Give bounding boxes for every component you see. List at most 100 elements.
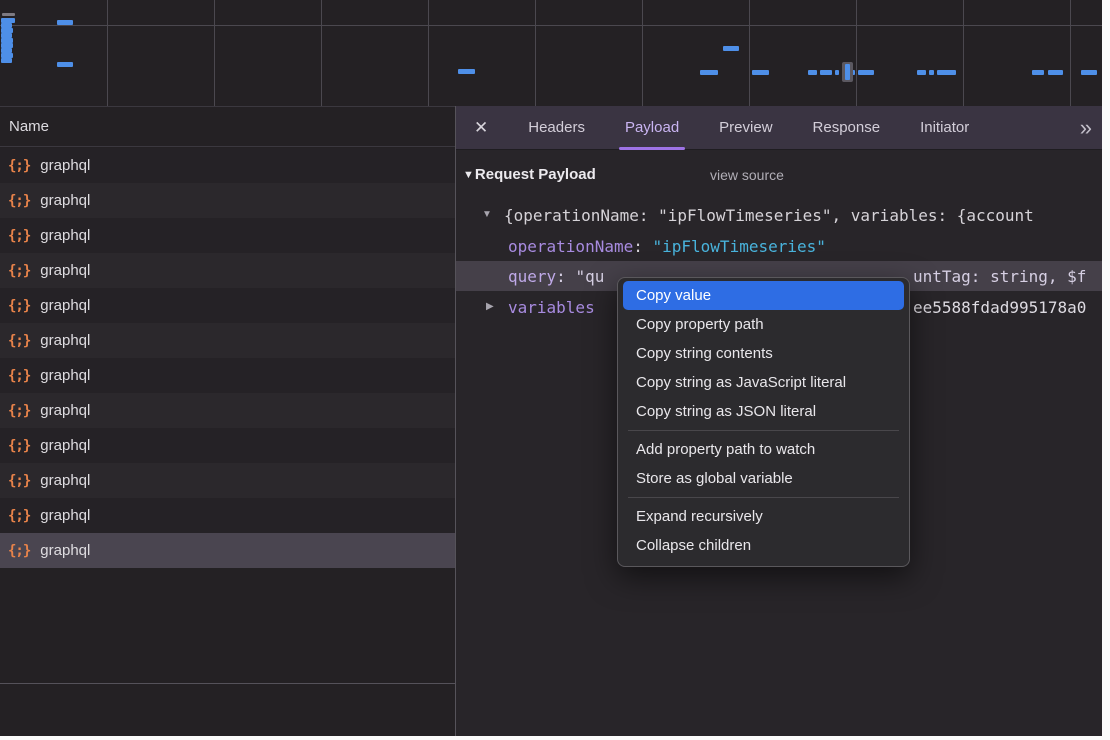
overview-gridline	[1070, 0, 1071, 106]
property-key: operationName	[508, 237, 633, 256]
fetch-json-icon: {;}	[8, 298, 30, 314]
request-name: graphql	[40, 192, 90, 209]
table-row[interactable]: {;} graphql	[0, 323, 455, 358]
view-source-link[interactable]: view source	[710, 167, 784, 183]
menu-item-copy-string-js-literal[interactable]: Copy string as JavaScript literal	[618, 368, 909, 397]
request-name: graphql	[40, 542, 90, 559]
expanded-triangle-icon: ▼	[482, 209, 492, 220]
table-row[interactable]: {;} graphql	[0, 498, 455, 533]
request-payload-header[interactable]: ▼Request Payload	[463, 166, 596, 183]
menu-item-copy-string-contents[interactable]: Copy string contents	[618, 339, 909, 368]
menu-item-copy-property-path[interactable]: Copy property path	[618, 310, 909, 339]
property-key: variables	[508, 298, 595, 317]
menu-item-copy-value[interactable]: Copy value	[623, 281, 904, 310]
request-timing-bar	[820, 70, 832, 75]
name-column-label: Name	[9, 118, 49, 135]
request-name: graphql	[40, 332, 90, 349]
request-timing-bar	[57, 20, 73, 25]
table-row[interactable]: {;}graphql	[0, 183, 455, 218]
more-tabs-icon[interactable]: »	[1080, 117, 1092, 139]
request-timing-bar	[458, 69, 475, 74]
fetch-json-icon: {;}	[8, 473, 30, 489]
request-timing-bar	[1, 58, 12, 63]
request-timing-bar	[937, 70, 956, 75]
overview-gridline-horizontal	[0, 25, 1102, 26]
table-row[interactable]: {;} graphql	[0, 148, 455, 183]
request-name: graphql	[40, 157, 90, 174]
request-name: graphql	[40, 227, 90, 244]
request-timing-bar	[723, 46, 739, 51]
fetch-json-icon: {;}	[8, 403, 30, 419]
request-timing-bar	[1048, 70, 1063, 75]
fetch-json-icon: {;}	[8, 263, 30, 279]
table-row-selected[interactable]: {;} graphql	[0, 533, 455, 568]
overview-gridline	[963, 0, 964, 106]
property-value: "ipFlowTimeseries"	[653, 237, 826, 256]
network-overview[interactable]	[0, 0, 1102, 106]
fetch-json-icon: {;}	[8, 438, 30, 454]
table-row[interactable]: {;} graphql	[0, 393, 455, 428]
devtools-network-panel: Name {;} graphql {;} graphql {;} graphql {;…	[0, 0, 1110, 740]
table-row[interactable]: {;}graphql	[0, 428, 455, 463]
table-row[interactable]: {;}graphql	[0, 463, 455, 498]
menu-item-collapse-children[interactable]: Collapse children	[618, 531, 909, 560]
tab-response[interactable]: Response	[813, 106, 881, 150]
tab-headers[interactable]: Headers	[528, 106, 585, 150]
request-timing-bar	[917, 70, 926, 75]
close-icon[interactable]: ✕	[474, 119, 488, 136]
property-value-right: untTag: string, $f	[913, 261, 1086, 291]
page-edge-right	[1102, 0, 1110, 740]
request-name: graphql	[40, 402, 90, 419]
fetch-json-icon: {;}	[8, 158, 30, 174]
request-timing-bar	[929, 70, 934, 75]
fetch-json-icon: {;}	[8, 508, 30, 524]
request-timing-bar	[1032, 70, 1044, 75]
request-timing-bar	[700, 70, 718, 75]
collapsed-triangle-icon: ▶	[486, 301, 494, 312]
overview-gridline	[856, 0, 857, 106]
overview-gridline	[428, 0, 429, 106]
payload-root-row[interactable]: ▼ {operationName: "ipFlowTimeseries", va…	[456, 200, 1102, 230]
menu-item-expand-recursively[interactable]: Expand recursively	[618, 502, 909, 531]
menu-item-copy-string-json-literal[interactable]: Copy string as JSON literal	[618, 397, 909, 426]
property-key: query	[508, 267, 556, 286]
request-name: graphql	[40, 507, 90, 524]
request-name: graphql	[40, 262, 90, 279]
name-column-header[interactable]: Name	[0, 106, 455, 147]
request-timing-bar	[858, 70, 874, 75]
page-edge-bottom	[0, 736, 1110, 740]
request-timing-bar	[1081, 70, 1097, 75]
request-timing-bar	[808, 70, 817, 75]
table-row[interactable]: {;} graphql	[0, 218, 455, 253]
table-row[interactable]: {;}graphql	[0, 288, 455, 323]
context-menu: Copy value Copy property path Copy strin…	[617, 277, 910, 567]
menu-separator	[628, 497, 899, 498]
overview-gridline	[107, 0, 108, 106]
request-name: graphql	[40, 367, 90, 384]
menu-separator	[628, 430, 899, 431]
request-timing-bar	[835, 70, 839, 75]
request-timing-bar	[57, 62, 73, 67]
operation-name-row[interactable]: operationName: "ipFlowTimeseries"	[456, 231, 1102, 261]
property-value-right: ee5588fdad995178a0	[913, 292, 1086, 322]
table-row[interactable]: {;} graphql	[0, 253, 455, 288]
overview-gridline	[642, 0, 643, 106]
expanded-triangle-icon: ▼	[463, 169, 474, 181]
overview-gray-bar	[2, 13, 15, 16]
table-row[interactable]: {;} graphql	[0, 358, 455, 393]
payload-preview-text: {operationName: "ipFlowTimeseries", vari…	[504, 206, 1034, 225]
menu-item-add-property-path-to-watch[interactable]: Add property path to watch	[618, 435, 909, 464]
tab-payload[interactable]: Payload	[625, 106, 679, 150]
property-value-left: "qu	[575, 267, 604, 286]
fetch-json-icon: {;}	[8, 543, 30, 559]
menu-item-store-as-global-variable[interactable]: Store as global variable	[618, 464, 909, 493]
fetch-json-icon: {;}	[8, 368, 30, 384]
overview-gridline	[535, 0, 536, 106]
fetch-json-icon: {;}	[8, 228, 30, 244]
fetch-json-icon: {;}	[8, 333, 30, 349]
overview-gridline	[321, 0, 322, 106]
tab-initiator[interactable]: Initiator	[920, 106, 969, 150]
overview-gridline	[749, 0, 750, 106]
tab-preview[interactable]: Preview	[719, 106, 772, 150]
request-timing-bar	[752, 70, 769, 75]
